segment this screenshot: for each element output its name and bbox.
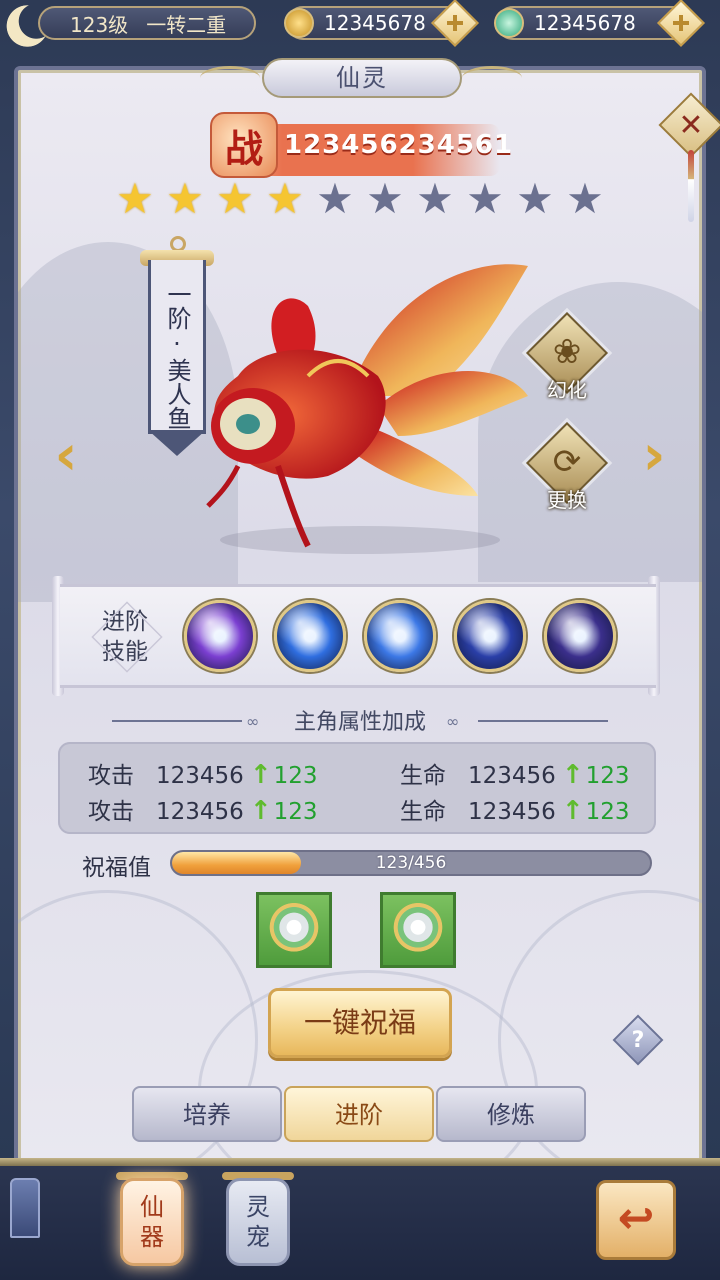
transform-label: 幻化 [547,378,587,402]
armor-item-icon [267,903,321,957]
attribute-name: 攻击 [88,763,134,789]
attribute-right: 生命 123456 ↑123 [400,756,630,790]
gold-coin-icon [284,8,314,38]
blessing-progress-bar: 123/456 [170,850,652,876]
player-level-pill: 123级 一转二重 [38,6,256,40]
skills-label-line1: 进阶 [102,609,148,635]
blessing-label: 祝福值 [82,855,151,881]
star-unlit-icon: ★ [366,174,404,223]
tassel-decoration [688,150,694,222]
jade-amount: 12345678 [534,11,636,35]
shuriken-skill-icon[interactable] [274,600,346,672]
bless-all-button[interactable]: 一键祝福 [268,988,452,1058]
close-icon: ✕ [678,107,704,143]
star-lit-icon: ★ [116,174,154,223]
attribute-name: 攻击 [88,799,134,825]
player-level: 123级 [70,12,129,37]
armor-item-icon [391,903,445,957]
attribute-increase: 123 [273,763,318,789]
increase-arrow-icon: ↑ [249,796,272,826]
attribute-increase: 123 [585,799,630,825]
butterfly-skill-icon[interactable] [184,600,256,672]
armor-item-slot[interactable] [380,892,456,968]
star-unlit-icon: ★ [316,174,354,223]
return-button[interactable]: ↩ [596,1180,676,1260]
nav-label-bottom: 器 [140,1223,164,1251]
increase-arrow-icon: ↑ [249,760,272,790]
attribute-name: 生命 [400,763,446,789]
swap-icon: ⟳ [552,442,582,482]
add-jade-button[interactable] [656,0,706,48]
crystal-skill-icon[interactable] [454,600,526,672]
add-gold-button[interactable] [430,0,480,48]
attribute-right: 生命 123456 ↑123 [400,792,630,826]
slash-skill-icon[interactable] [544,600,616,672]
tab-0[interactable]: 培养 [132,1086,282,1142]
gold-currency: 12345678 [284,0,480,48]
attribute-value: 123456 [156,763,244,789]
previous-arrow-button[interactable]: ‹ [46,428,86,484]
advanced-skills-label: 进阶 技能 [88,602,162,672]
nav-label-top: 灵 [246,1193,270,1221]
attribute-value: 123456 [468,799,556,825]
bottom-nav-item-1[interactable]: 灵宠 [226,1178,290,1266]
tab-bar: 培养 进阶 修炼 [132,1086,588,1144]
next-arrow-button[interactable]: › [634,428,674,484]
bottom-nav-item-0[interactable]: 仙器 [120,1178,184,1266]
goldfish-spirit-model [206,264,528,548]
lantern-decoration-icon [10,1178,40,1238]
player-rank: 一转二重 [146,12,227,37]
jade-coin-icon [494,8,524,38]
attribute-value: 123456 [156,799,244,825]
attribute-value: 123456 [468,763,556,789]
tab-1[interactable]: 进阶 [284,1086,434,1142]
star-unlit-icon: ★ [566,174,604,223]
star-unlit-icon: ★ [466,174,504,223]
star-lit-icon: ★ [266,174,304,223]
nav-label-bottom: 宠 [246,1223,270,1251]
star-rating: ★ ★ ★ ★ ★ ★ ★ ★ ★ ★ [114,178,606,220]
help-icon: ? [631,1027,645,1053]
increase-arrow-icon: ↑ [561,796,584,826]
battle-power-icon: 战 [210,112,278,178]
knot-icon: ∞ [446,712,460,731]
tab-2[interactable]: 修炼 [436,1086,586,1142]
battle-power-value: 123456234561 [284,130,514,160]
lotus-icon: ❀ [552,332,582,372]
attribute-bonus-title: 主角属性加成 [293,710,426,735]
star-unlit-icon: ★ [416,174,454,223]
replace-label: 更换 [547,488,587,512]
star-lit-icon: ★ [166,174,204,223]
nav-label-top: 仙 [140,1193,164,1221]
increase-arrow-icon: ↑ [561,760,584,790]
attribute-increase: 123 [273,799,318,825]
star-lit-icon: ★ [216,174,254,223]
gold-amount: 12345678 [324,11,426,35]
attribute-left: 攻击 123456 ↑123 [88,792,318,826]
attribute-increase: 123 [585,763,630,789]
title-ornament-left [200,66,260,90]
attribute-name: 生命 [400,799,446,825]
return-icon: ↩ [617,1193,655,1244]
panel-title: 仙灵 [262,58,462,98]
armor-item-slot[interactable] [256,892,332,968]
jade-currency: 12345678 [494,0,706,48]
comet-skill-icon[interactable] [364,600,436,672]
blessing-progress-text: 123/456 [375,853,447,873]
section-divider-right [478,720,608,722]
title-ornament-right [462,66,522,90]
transform-button[interactable]: ❀ 幻化 [525,311,609,418]
top-bar: 123级 一转二重 12345678 12345678 [0,0,720,50]
skills-label-line2: 技能 [102,639,148,665]
replace-button[interactable]: ⟳ 更换 [525,421,609,528]
star-unlit-icon: ★ [516,174,554,223]
attribute-left: 攻击 123456 ↑123 [88,756,318,790]
